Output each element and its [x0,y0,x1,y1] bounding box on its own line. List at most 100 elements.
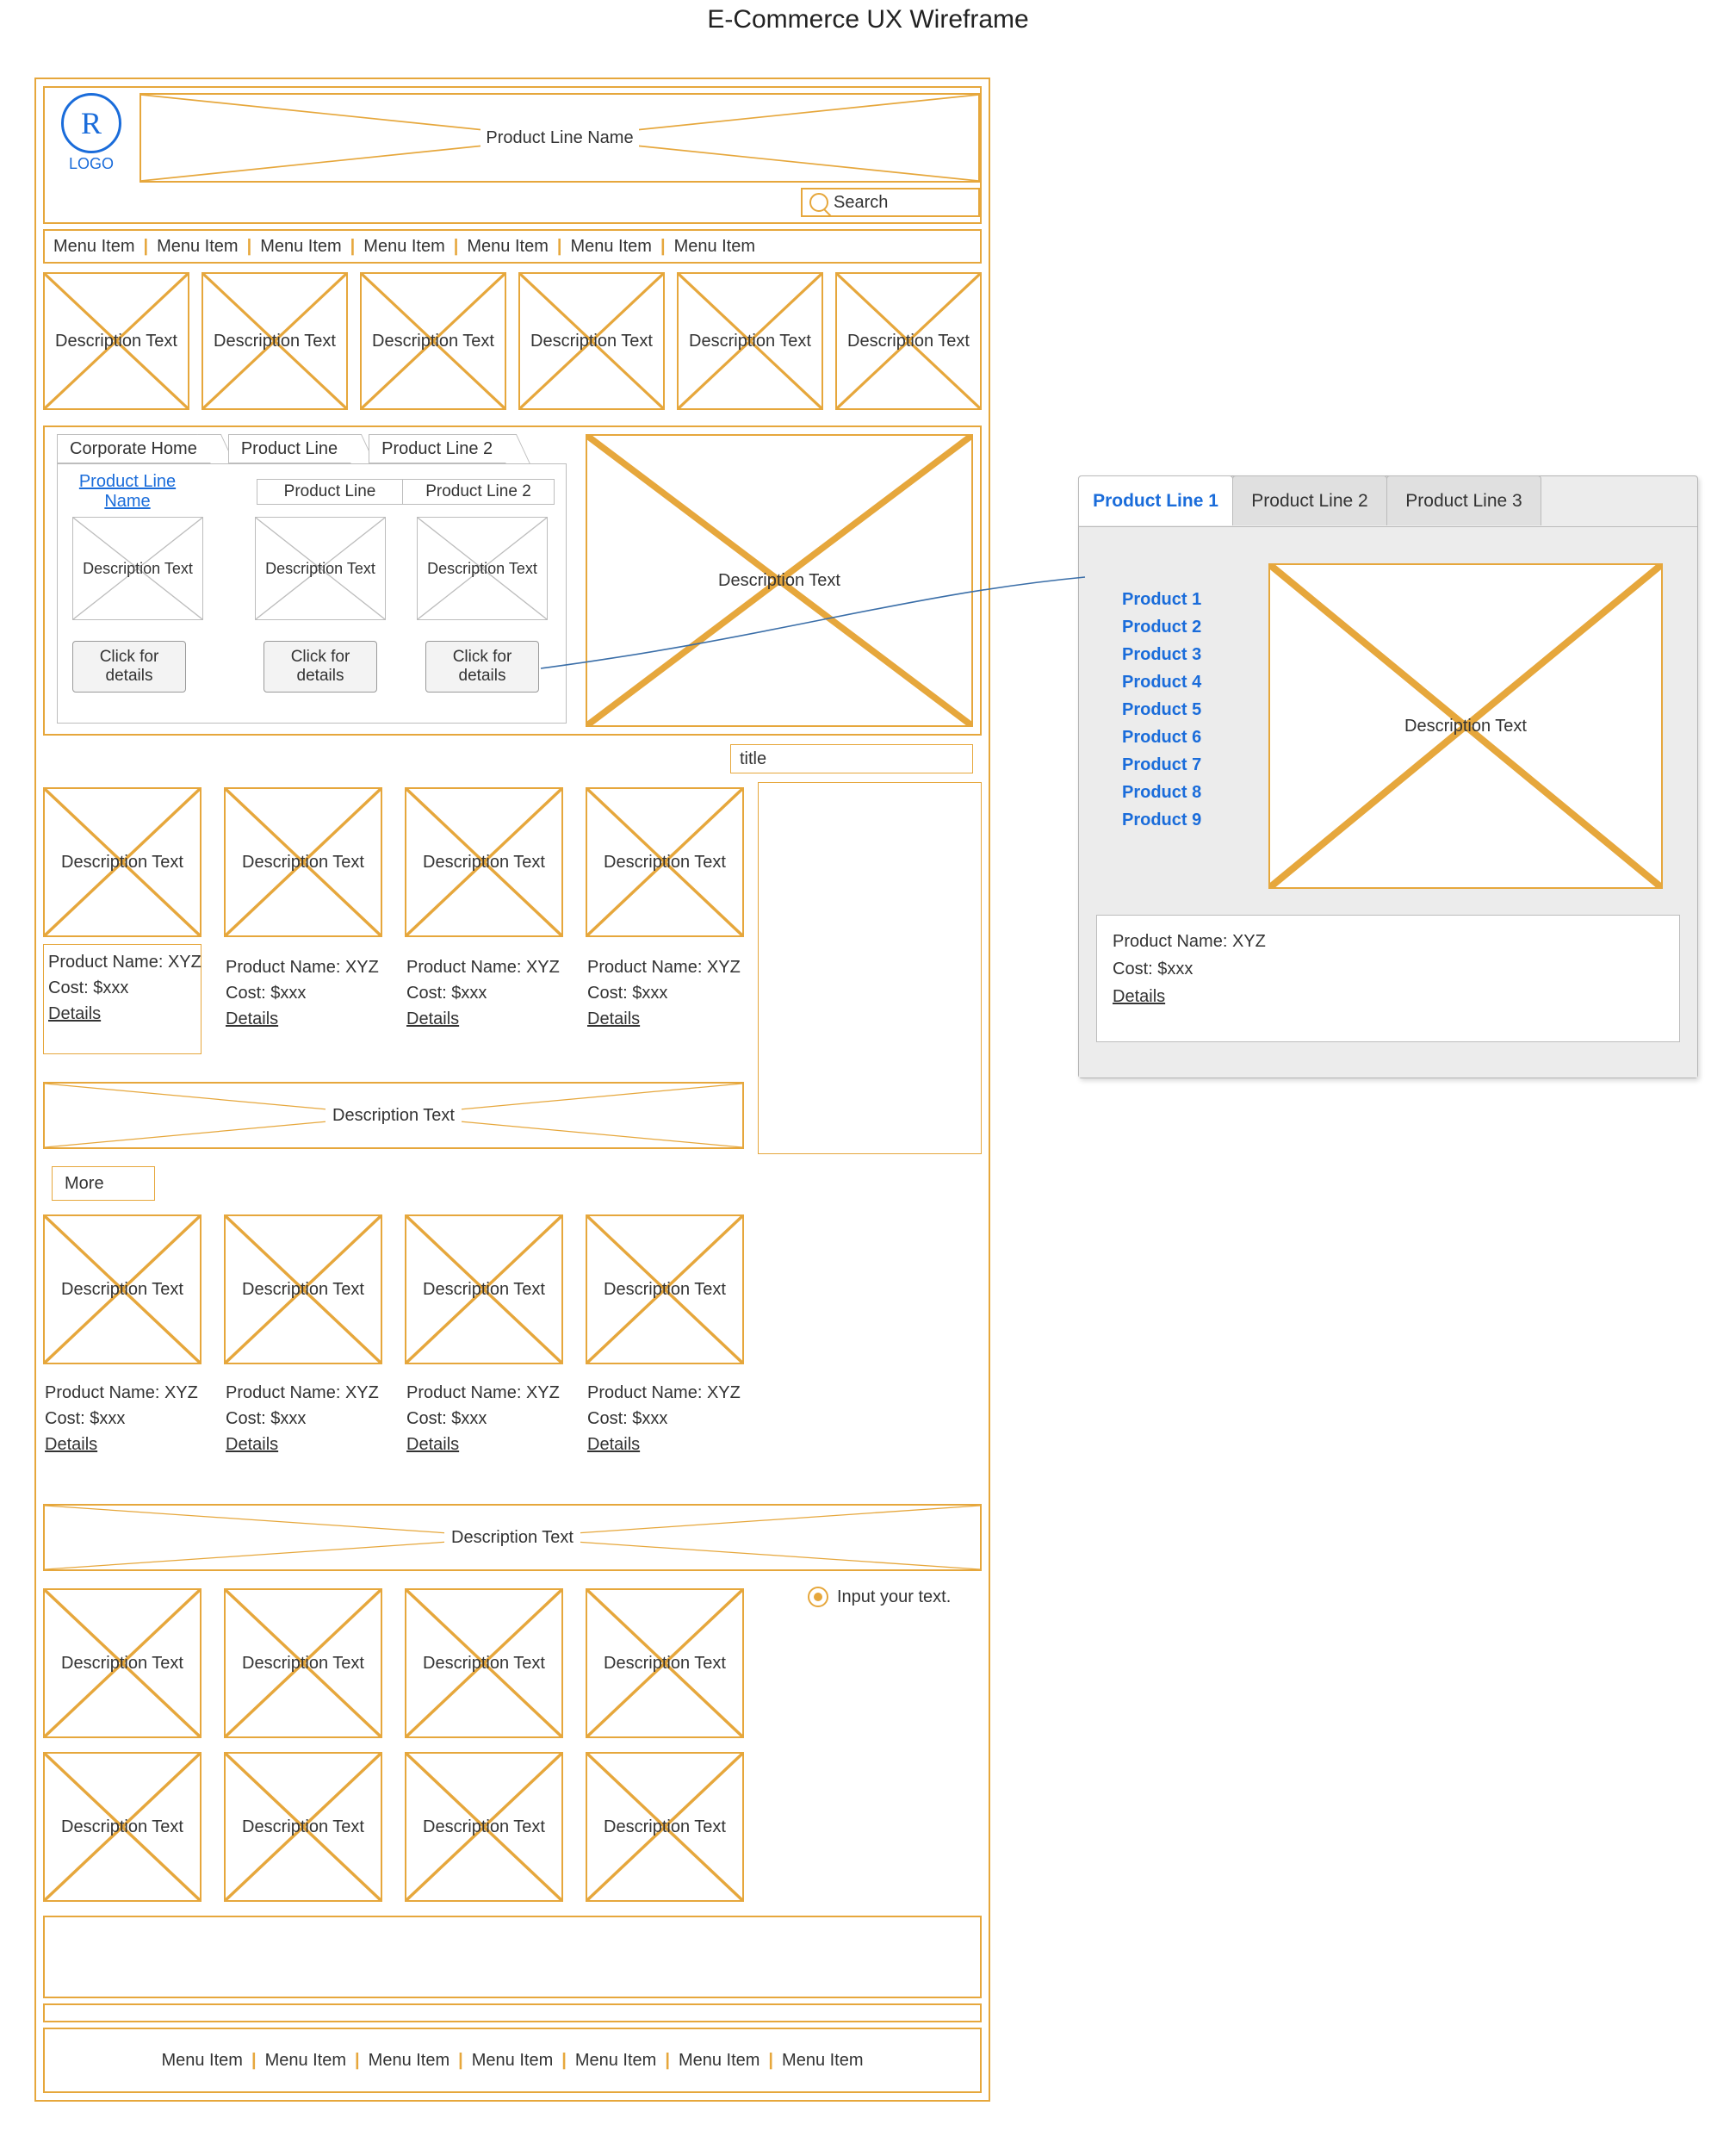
category-tile[interactable]: Description Text [43,272,189,410]
details-link[interactable]: Details [587,1006,742,1032]
subtab[interactable]: Product Line [257,479,403,505]
details-link[interactable]: Details [226,1432,381,1457]
product-link[interactable]: Product 7 [1122,751,1201,779]
radio-option[interactable]: Input your text. [808,1587,951,1607]
logo-text: LOGO [50,155,133,173]
details-link[interactable]: Details [1113,983,1664,1010]
panel-image: Description Text [1268,563,1663,889]
product-image[interactable]: Description Text [405,1214,563,1364]
product-link[interactable]: Product 4 [1122,668,1201,696]
tab-product-line-1[interactable]: Product Line 1 [1078,475,1233,525]
menu-item[interactable]: Menu Item [782,2051,863,2071]
tab-product-line-2[interactable]: Product Line 2 [1232,475,1387,525]
product-link[interactable]: Product 6 [1122,724,1201,751]
menu-item[interactable]: Menu Item [674,237,755,257]
grid-tile[interactable]: Description Text [586,1588,744,1738]
grid-tile[interactable]: Description Text [405,1588,563,1738]
subtab[interactable]: Product Line 2 [403,479,555,505]
menu-item[interactable]: Menu Item [363,237,444,257]
menu-item[interactable]: Menu Item [472,2051,553,2071]
product-link[interactable]: Product 9 [1122,806,1201,834]
menu-item[interactable]: Menu Item [467,237,548,257]
product-image[interactable]: Description Text [586,787,744,937]
product-image[interactable]: Description Text [43,1214,202,1364]
product-link[interactable]: Product 5 [1122,696,1201,724]
search-input[interactable]: Search [801,188,980,217]
product-info: Product Name: XYZCost: $xxxDetails [406,954,561,1032]
hero-banner: Product Line Name [140,93,980,183]
product-image[interactable]: Description Text [224,1214,382,1364]
breadcrumb-item[interactable]: Product Line 2 [369,434,512,463]
registered-icon: R [61,93,121,153]
grid-tile[interactable]: Description Text [224,1588,382,1738]
grid-tile[interactable]: Description Text [43,1588,202,1738]
product-link[interactable]: Product 3 [1122,641,1201,668]
grid-tile[interactable]: Description Text [43,1752,202,1902]
feature-image: Description Text [586,434,973,727]
product-line-link[interactable]: Product Line Name [67,472,188,512]
radio-icon [808,1587,828,1607]
panel-tabs: Product Line 1 Product Line 2 Product Li… [1078,475,1541,525]
category-tile[interactable]: Description Text [202,272,348,410]
page-title: E-Commerce UX Wireframe [0,5,1736,34]
banner: Description Text [43,1504,982,1571]
product-link[interactable]: Product 8 [1122,779,1201,806]
product-info: Product Name: XYZCost: $xxxDetails [48,949,203,1027]
product-image[interactable]: Description Text [224,787,382,937]
breadcrumb: Corporate Home Product Line Product Line… [57,434,512,463]
menu-item[interactable]: Menu Item [157,237,238,257]
sidebar-placeholder [758,782,982,1154]
details-link[interactable]: Details [226,1006,381,1032]
product-link[interactable]: Product 2 [1122,613,1201,641]
product-info: Product Name: XYZCost: $xxxDetails [406,1380,561,1457]
menu-item[interactable]: Menu Item [260,237,341,257]
product-info: Product Name: XYZCost: $xxxDetails [587,954,742,1032]
search-icon [809,193,828,212]
menu-item[interactable]: Menu Item [570,237,651,257]
mini-card: Description Text [255,517,386,620]
grid-tile[interactable]: Description Text [586,1752,744,1902]
click-details-button[interactable]: Click for details [264,641,377,693]
menu-item[interactable]: Menu Item [265,2051,346,2071]
category-tile[interactable]: Description Text [677,272,823,410]
product-image[interactable]: Description Text [405,787,563,937]
menu-item[interactable]: Menu Item [369,2051,450,2071]
mini-card: Description Text [72,517,203,620]
detail-panel: Product 1 Product 2 Product 3 Product 4 … [1078,475,1698,1078]
details-link[interactable]: Details [45,1432,200,1457]
category-tile[interactable]: Description Text [835,272,982,410]
top-menu: Menu Item| Menu Item| Menu Item| Menu It… [43,229,982,264]
title-field[interactable]: title [730,744,973,773]
details-link[interactable]: Details [48,1001,203,1027]
logo[interactable]: R LOGO [50,93,133,173]
product-image[interactable]: Description Text [43,787,202,937]
footer-menu: Menu Item| Menu Item| Menu Item| Menu It… [43,2028,982,2093]
product-link[interactable]: Product 1 [1122,586,1201,613]
breadcrumb-item[interactable]: Corporate Home [57,434,216,463]
panel-product-info: Product Name: XYZ Cost: $xxx Details [1096,915,1680,1042]
product-info: Product Name: XYZCost: $xxxDetails [226,954,381,1032]
menu-item[interactable]: Menu Item [679,2051,760,2071]
footer-spacer [43,1916,982,1998]
grid-tile[interactable]: Description Text [224,1752,382,1902]
click-details-button[interactable]: Click for details [72,641,186,693]
tab-product-line-3[interactable]: Product Line 3 [1386,475,1541,525]
mini-card: Description Text [417,517,548,620]
details-link[interactable]: Details [406,1006,561,1032]
menu-item[interactable]: Menu Item [575,2051,656,2071]
category-tile[interactable]: Description Text [518,272,665,410]
details-link[interactable]: Details [587,1432,742,1457]
grid-tile[interactable]: Description Text [405,1752,563,1902]
product-image[interactable]: Description Text [586,1214,744,1364]
product-info: Product Name: XYZCost: $xxxDetails [587,1380,742,1457]
more-button[interactable]: More [52,1166,155,1201]
banner: Description Text [43,1082,744,1149]
menu-item[interactable]: Menu Item [53,237,134,257]
product-info: Product Name: XYZCost: $xxxDetails [226,1380,381,1457]
category-tile[interactable]: Description Text [360,272,506,410]
breadcrumb-item[interactable]: Product Line [228,434,356,463]
menu-item[interactable]: Menu Item [161,2051,242,2071]
product-list: Product 1 Product 2 Product 3 Product 4 … [1122,586,1201,834]
click-details-button[interactable]: Click for details [425,641,539,693]
details-link[interactable]: Details [406,1432,561,1457]
